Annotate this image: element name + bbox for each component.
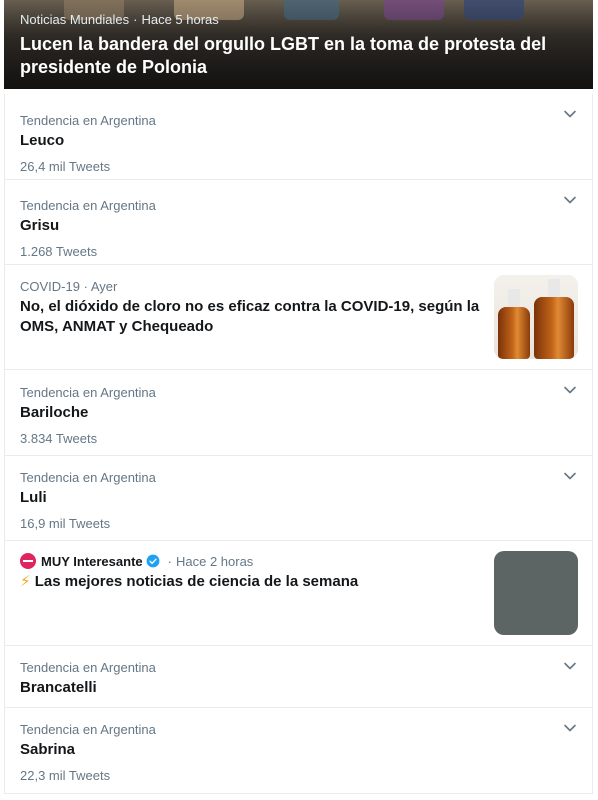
- news-item-covid[interactable]: COVID-19 · Ayer No, el dióxido de cloro …: [5, 265, 592, 370]
- trend-context: Tendencia en Argentina: [20, 385, 156, 400]
- lightning-icon: ⚡: [20, 573, 31, 590]
- news-time: Ayer: [90, 279, 118, 294]
- news-source[interactable]: MUY Interesante · Hace 2 horas: [20, 553, 253, 569]
- trend-item-sabrina[interactable]: Tendencia en Argentina Sabrina 22,3 mil …: [5, 708, 592, 794]
- news-thumbnail: [494, 551, 578, 635]
- trend-context: Tendencia en Argentina: [20, 113, 156, 128]
- chevron-down-icon[interactable]: [562, 106, 578, 122]
- news-meta: COVID-19 · Ayer: [20, 279, 117, 294]
- hero-title: Lucen la bandera del orgullo LGBT en la …: [20, 34, 547, 77]
- news-title: Las mejores noticias de ciencia de la se…: [34, 573, 359, 590]
- news-thumbnail: [494, 275, 578, 359]
- chevron-down-icon[interactable]: [562, 382, 578, 398]
- verified-badge-icon: [146, 554, 160, 568]
- trends-list: Tendencia en Argentina Leuco 26,4 mil Tw…: [4, 94, 593, 794]
- muy-interesante-logo-icon: [20, 553, 36, 569]
- news-title-line: ⚡ Las mejores noticias de ciencia de la …: [20, 572, 480, 592]
- trend-item-brancatelli[interactable]: Tendencia en Argentina Brancatelli: [5, 646, 592, 708]
- news-title: No, el dióxido de cloro no es eficaz con…: [20, 298, 480, 335]
- news-separator: ·: [83, 279, 88, 294]
- trend-name: Bariloche: [20, 404, 89, 421]
- trend-tweet-count: 16,9 mil Tweets: [20, 516, 111, 531]
- trend-name: Luli: [20, 489, 47, 506]
- hero-news-card[interactable]: Noticias Mundiales · Hace 5 horas Lucen la…: [4, 0, 593, 89]
- bottle-shape: [534, 279, 574, 359]
- trend-context: Tendencia en Argentina: [20, 470, 156, 485]
- bottle-shape: [498, 289, 530, 359]
- trend-item-luli[interactable]: Tendencia en Argentina Luli 16,9 mil Twe…: [5, 456, 592, 541]
- trend-tweet-count: 1.268 Tweets: [20, 244, 98, 259]
- trend-context: Tendencia en Argentina: [20, 198, 156, 213]
- hero-category: Noticias Mundiales: [20, 12, 130, 27]
- chevron-down-icon[interactable]: [562, 658, 578, 674]
- trend-context: Tendencia en Argentina: [20, 660, 156, 675]
- trend-name: Grisu: [20, 217, 60, 234]
- hero-time: Hace 5 horas: [141, 12, 219, 27]
- trend-context: Tendencia en Argentina: [20, 722, 156, 737]
- hero-separator: ·: [133, 12, 138, 27]
- chevron-down-icon[interactable]: [562, 720, 578, 736]
- trend-tweet-count: 22,3 mil Tweets: [20, 768, 111, 783]
- trend-name: Sabrina: [20, 741, 76, 758]
- trend-name: Brancatelli: [20, 679, 97, 696]
- chevron-down-icon[interactable]: [562, 192, 578, 208]
- trend-item-bariloche[interactable]: Tendencia en Argentina Bariloche 3.834 T…: [5, 370, 592, 456]
- trend-tweet-count: 26,4 mil Tweets: [20, 159, 111, 174]
- news-time: Hace 2 horas: [175, 553, 254, 569]
- trend-item-leuco[interactable]: Tendencia en Argentina Leuco 26,4 mil Tw…: [5, 94, 592, 180]
- trend-tweet-count: 3.834 Tweets: [20, 431, 98, 446]
- trend-name: Leuco: [20, 132, 65, 149]
- trend-item-grisu[interactable]: Tendencia en Argentina Grisu 1.268 Tweet…: [5, 180, 592, 265]
- news-category: COVID-19: [20, 279, 80, 294]
- news-item-muy-interesante[interactable]: MUY Interesante · Hace 2 horas ⚡ Las mej…: [5, 541, 592, 646]
- news-separator: ·: [167, 553, 172, 569]
- news-source-name: MUY Interesante: [41, 553, 143, 569]
- hero-meta: Noticias Mundiales · Hace 5 horas: [20, 12, 219, 27]
- chevron-down-icon[interactable]: [562, 468, 578, 484]
